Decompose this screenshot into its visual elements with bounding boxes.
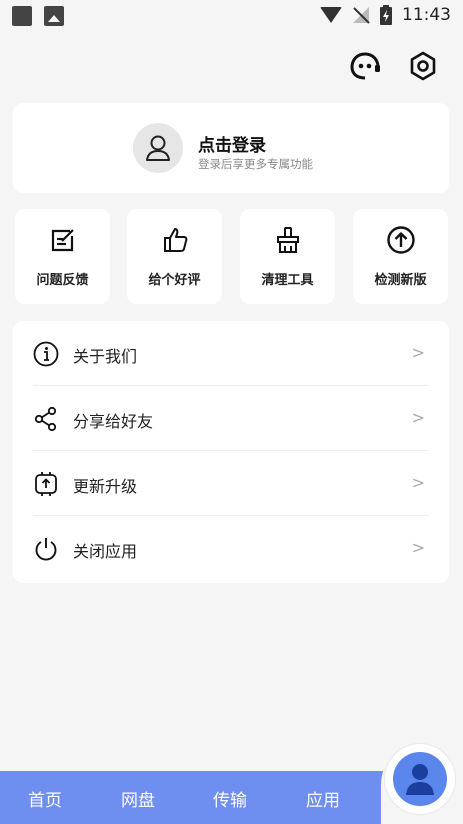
- menu-item-share[interactable]: 分享给好友 >: [13, 386, 449, 451]
- user-outline-icon: [146, 135, 170, 161]
- broom-icon: [273, 225, 303, 255]
- menu-item-label: 分享给好友: [73, 412, 154, 431]
- tab-home[interactable]: 首页: [28, 786, 62, 811]
- settings-menu: 关于我们 > 分享给好友 > 更新升级 > 关闭应用 >: [13, 321, 449, 583]
- chevron-right-icon: >: [411, 538, 425, 557]
- no-signal-icon: [352, 6, 370, 24]
- status-bar: 11:43: [0, 0, 463, 34]
- notification-square-icon: [12, 6, 32, 26]
- menu-item-about[interactable]: 关于我们 >: [13, 321, 449, 386]
- check-update-button[interactable]: 检测新版: [353, 209, 448, 304]
- arrow-up-circle-icon: [386, 225, 416, 255]
- menu-item-label: 关于我们: [73, 347, 138, 366]
- menu-item-label: 关闭应用: [73, 542, 138, 561]
- share-icon: [33, 406, 59, 432]
- settings-icon[interactable]: [407, 50, 439, 82]
- quick-action-label: 检测新版: [374, 273, 427, 288]
- user-icon: [393, 752, 447, 806]
- quick-action-label: 给个好评: [148, 273, 201, 288]
- battery-charging-icon: [380, 5, 392, 25]
- tab-profile[interactable]: [385, 744, 455, 814]
- robot-icon[interactable]: [349, 50, 381, 82]
- login-card[interactable]: 点击登录 登录后享更多专属功能: [13, 103, 449, 193]
- menu-item-exit[interactable]: 关闭应用 >: [13, 516, 449, 581]
- avatar[interactable]: [133, 123, 183, 173]
- login-title[interactable]: 点击登录: [198, 131, 266, 156]
- quick-action-label: 清理工具: [261, 273, 314, 288]
- chevron-right-icon: >: [411, 408, 425, 427]
- update-icon: [33, 471, 59, 497]
- quick-action-label: 问题反馈: [36, 273, 89, 288]
- tab-apps[interactable]: 应用: [306, 786, 340, 811]
- tab-cloud-drive[interactable]: 网盘: [121, 786, 155, 811]
- login-subtitle: 登录后享更多专属功能: [198, 157, 313, 171]
- menu-item-label: 更新升级: [73, 477, 138, 496]
- info-icon: [33, 341, 59, 367]
- status-time: 11:43: [402, 5, 451, 25]
- menu-item-update[interactable]: 更新升级 >: [13, 451, 449, 516]
- wifi-icon: [320, 7, 342, 23]
- feedback-button[interactable]: 问题反馈: [15, 209, 110, 304]
- tab-transfer[interactable]: 传输: [213, 786, 247, 811]
- chevron-right-icon: >: [411, 343, 425, 362]
- image-notification-icon: [44, 6, 64, 26]
- feedback-icon: [48, 225, 78, 255]
- rate-button[interactable]: 给个好评: [127, 209, 222, 304]
- chevron-right-icon: >: [411, 473, 425, 492]
- power-icon: [33, 536, 59, 562]
- cleanup-button[interactable]: 清理工具: [240, 209, 335, 304]
- thumbs-up-icon: [160, 225, 190, 255]
- quick-actions: 问题反馈 给个好评 清理工具 检测新版: [15, 209, 448, 304]
